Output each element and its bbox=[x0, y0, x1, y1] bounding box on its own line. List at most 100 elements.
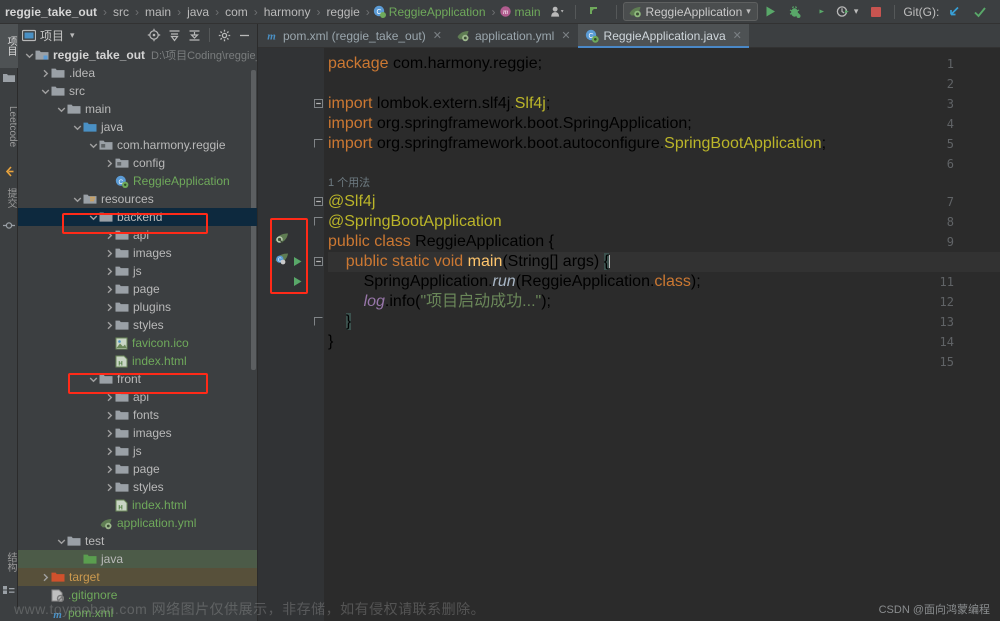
chevron-down-icon[interactable] bbox=[72, 190, 83, 208]
project-panel-title[interactable]: 项目 ▾ bbox=[22, 27, 75, 44]
tab-pom-xml[interactable]: m pom.xml (reggie_take_out) ✕ bbox=[258, 24, 449, 47]
collapse-all-icon[interactable] bbox=[188, 29, 201, 42]
expand-all-icon[interactable] bbox=[168, 29, 181, 42]
usage-hint[interactable]: 1 个用法 bbox=[328, 174, 370, 192]
tree-node-images[interactable]: images bbox=[18, 424, 257, 442]
code-line[interactable]: log.info("项目启动成功..."); bbox=[328, 292, 1000, 312]
chevron-down-icon[interactable]: ▾ bbox=[70, 30, 75, 41]
breadcrumb-java[interactable]: java bbox=[182, 0, 214, 24]
tree-node-reggieapplication[interactable]: C ReggieApplication bbox=[18, 172, 257, 190]
chevron-down-icon[interactable] bbox=[56, 532, 67, 550]
chevron-down-icon[interactable] bbox=[72, 118, 83, 136]
sidebar-item-structure[interactable]: 结构 bbox=[0, 544, 18, 580]
code-line[interactable]: import lombok.extern.slf4j.Slf4j; bbox=[328, 94, 1000, 114]
chevron-down-icon[interactable] bbox=[56, 100, 67, 118]
tree-node-target[interactable]: target bbox=[18, 568, 257, 586]
hide-panel-icon[interactable] bbox=[238, 29, 251, 42]
chevron-right-icon[interactable] bbox=[104, 424, 115, 442]
code-line[interactable] bbox=[328, 352, 1000, 372]
tree-node-plugins[interactable]: plugins bbox=[18, 298, 257, 316]
git-update-button[interactable] bbox=[939, 5, 967, 19]
tree-node-resources[interactable]: resources bbox=[18, 190, 257, 208]
code-line[interactable]: SpringApplication.run(ReggieApplication.… bbox=[328, 272, 1000, 292]
code-line[interactable] bbox=[328, 74, 1000, 94]
tree-node-index-html[interactable]: Hindex.html bbox=[18, 496, 257, 514]
breadcrumb-harmony[interactable]: harmony bbox=[259, 0, 316, 24]
tree-node--idea[interactable]: .idea bbox=[18, 64, 257, 82]
code-fold-collapsed-icon[interactable] bbox=[314, 212, 323, 232]
close-icon[interactable]: ✕ bbox=[561, 29, 570, 42]
git-commit-button[interactable] bbox=[967, 5, 993, 19]
chevron-down-icon[interactable] bbox=[88, 370, 99, 388]
tab-application-yml[interactable]: application.yml ✕ bbox=[449, 24, 578, 47]
tree-node-reggie-take-out[interactable]: reggie_take_out D:\项目Coding\reggie_ bbox=[18, 46, 257, 64]
select-opened-file-icon[interactable] bbox=[147, 28, 161, 42]
run-method-play-icon[interactable] bbox=[292, 274, 303, 292]
close-icon[interactable]: ✕ bbox=[433, 29, 442, 42]
chevron-right-icon[interactable] bbox=[104, 388, 115, 406]
debug-button[interactable] bbox=[783, 5, 807, 19]
run-with-coverage-button[interactable] bbox=[807, 5, 831, 18]
sidebar-item-commit[interactable]: 提交 bbox=[0, 180, 18, 216]
chevron-right-icon[interactable] bbox=[104, 316, 115, 334]
tree-node-images[interactable]: images bbox=[18, 244, 257, 262]
tree-node-page[interactable]: page bbox=[18, 460, 257, 478]
chevron-down-icon[interactable] bbox=[40, 82, 51, 100]
code-line[interactable]: public class ReggieApplication { bbox=[328, 232, 1000, 252]
tree-node-java[interactable]: java bbox=[18, 550, 257, 568]
stop-button[interactable] bbox=[864, 6, 888, 18]
chevron-down-icon[interactable] bbox=[24, 46, 35, 64]
chevron-right-icon[interactable] bbox=[104, 442, 115, 460]
breadcrumb-reggie[interactable]: reggie bbox=[321, 0, 364, 24]
tree-node-js[interactable]: js bbox=[18, 262, 257, 280]
code-line[interactable]: public static void main(String[] args) { bbox=[328, 252, 1000, 272]
code-fold-collapsed-icon[interactable] bbox=[314, 312, 323, 332]
code-fold-expanded-icon[interactable] bbox=[314, 94, 323, 114]
tree-node-src[interactable]: src bbox=[18, 82, 257, 100]
tree-node-config[interactable]: config bbox=[18, 154, 257, 172]
chevron-right-icon[interactable] bbox=[104, 406, 115, 424]
tree-node-fonts[interactable]: fonts bbox=[18, 406, 257, 424]
code-line[interactable]: @Slf4j bbox=[328, 192, 1000, 212]
tree-node-test[interactable]: test bbox=[18, 532, 257, 550]
profiler-dropdown-icon[interactable]: ▾ bbox=[852, 6, 865, 17]
tree-node-favicon-ico[interactable]: favicon.ico bbox=[18, 334, 257, 352]
breadcrumb-reggie-application[interactable]: C ReggieApplication bbox=[371, 0, 491, 24]
chevron-right-icon[interactable] bbox=[104, 154, 115, 172]
chevron-down-icon[interactable]: ▾ bbox=[746, 6, 751, 17]
settings-gear-icon[interactable] bbox=[218, 29, 231, 42]
tree-node-api[interactable]: api bbox=[18, 226, 257, 244]
code-line[interactable]: package com.harmony.reggie; bbox=[328, 54, 1000, 74]
chevron-right-icon[interactable] bbox=[104, 244, 115, 262]
project-tree[interactable]: reggie_take_out D:\项目Coding\reggie_ .idea s… bbox=[18, 46, 257, 621]
tab-reggie-application-java[interactable]: C ReggieApplication.java ✕ bbox=[577, 24, 750, 48]
breadcrumb-main[interactable]: main bbox=[140, 0, 176, 24]
chevron-down-icon[interactable] bbox=[88, 136, 99, 154]
chevron-right-icon[interactable] bbox=[104, 478, 115, 496]
tree-node-main[interactable]: main bbox=[18, 100, 257, 118]
tree-node-styles[interactable]: styles bbox=[18, 478, 257, 496]
code-line[interactable]: } bbox=[328, 312, 1000, 332]
tree-node-styles[interactable]: styles bbox=[18, 316, 257, 334]
tree-node-js[interactable]: js bbox=[18, 442, 257, 460]
tree-node-index-html[interactable]: Hindex.html bbox=[18, 352, 257, 370]
code-line[interactable]: @SpringBootApplication bbox=[328, 212, 1000, 232]
chevron-right-icon[interactable] bbox=[104, 280, 115, 298]
tree-node-backend[interactable]: backend bbox=[18, 208, 257, 226]
settings-sync-icon[interactable] bbox=[546, 5, 569, 18]
chevron-right-icon[interactable] bbox=[104, 460, 115, 478]
code-fold-collapsed-icon[interactable] bbox=[314, 134, 323, 154]
sidebar-item-leetcode[interactable]: Leetcode bbox=[0, 94, 18, 160]
search-everywhere-icon[interactable] bbox=[582, 4, 610, 19]
chevron-right-icon[interactable] bbox=[104, 226, 115, 244]
chevron-down-icon[interactable] bbox=[88, 208, 99, 226]
breadcrumb-reggie-take-out[interactable]: reggie_take_out bbox=[0, 0, 102, 24]
breadcrumb-src[interactable]: src bbox=[108, 0, 134, 24]
tree-node-api[interactable]: api bbox=[18, 388, 257, 406]
tree-node-java[interactable]: java bbox=[18, 118, 257, 136]
tree-node-front[interactable]: front bbox=[18, 370, 257, 388]
run-button[interactable] bbox=[758, 5, 783, 18]
chevron-right-icon[interactable] bbox=[104, 262, 115, 280]
chevron-right-icon[interactable] bbox=[104, 298, 115, 316]
sidebar-item-project[interactable]: 项目 bbox=[0, 24, 18, 68]
